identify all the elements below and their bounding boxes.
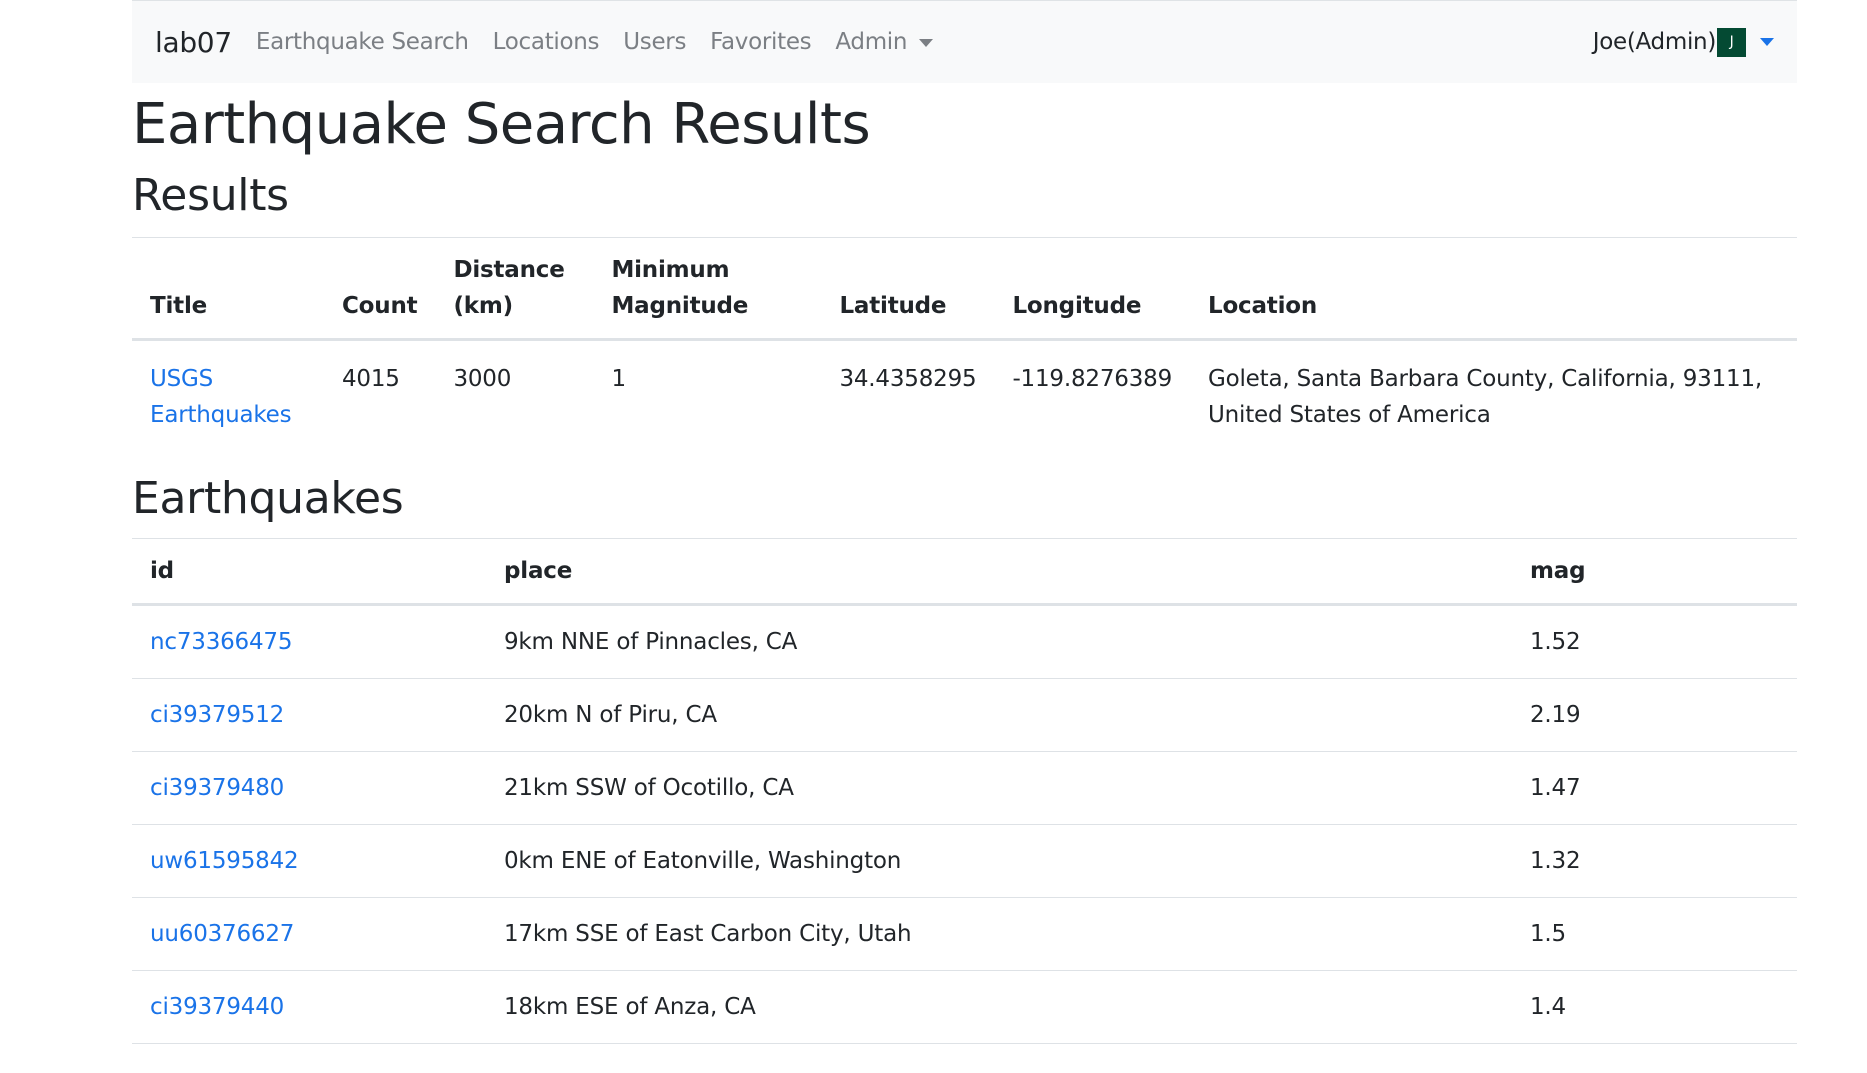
user-name: Joe(Admin) — [1592, 29, 1717, 55]
table-row: nc73366475 9km NNE of Pinnacles, CA 1.52 — [132, 604, 1797, 678]
earthquake-mag: 1.4 — [1512, 969, 1797, 1044]
nav-users[interactable]: Users — [623, 29, 686, 55]
col-place: place — [486, 538, 1512, 606]
user-menu[interactable]: Joe(Admin) J — [1592, 27, 1774, 57]
user-dropdown-chevron-icon[interactable] — [1760, 38, 1774, 46]
earthquake-place: 20km N of Piru, CA — [486, 677, 1512, 752]
earthquake-mag: 1.47 — [1512, 750, 1797, 825]
earthquake-id-link[interactable]: ci39379480 — [150, 775, 284, 801]
earthquake-place: 18km ESE of Anza, CA — [486, 969, 1512, 1044]
earthquakes-table: id place mag nc73366475 9km NNE of Pinna… — [132, 537, 1797, 1044]
col-distance-line2: (km) — [453, 292, 513, 319]
result-location: Goleta, Santa Barbara County, California… — [1190, 339, 1797, 451]
result-title-line1[interactable]: USGS — [150, 366, 213, 392]
nav-admin-dropdown[interactable]: Admin — [835, 29, 934, 55]
col-minmag-line1: Minimum — [611, 256, 730, 283]
earthquake-id-link[interactable]: nc73366475 — [150, 629, 292, 655]
result-location-line2: United States of America — [1208, 401, 1491, 428]
earthquake-id-link[interactable]: uu60376627 — [150, 921, 294, 947]
earthquake-id-link[interactable]: uw61595842 — [150, 848, 299, 874]
result-distance: 3000 — [453, 365, 512, 392]
result-min-magnitude: 1 — [611, 365, 626, 392]
result-longitude: -119.8276389 — [1012, 365, 1172, 392]
nav-favorites[interactable]: Favorites — [710, 29, 812, 55]
top-navbar: lab07 Earthquake Search Locations Users … — [132, 0, 1797, 83]
result-latitude: 34.4358295 — [839, 365, 977, 392]
nav-earthquake-search[interactable]: Earthquake Search — [256, 29, 469, 55]
earthquake-mag: 1.52 — [1530, 628, 1581, 655]
brand-link[interactable]: lab07 — [155, 26, 232, 59]
page-title: Earthquake Search Results — [132, 92, 871, 157]
earthquakes-header-row: id place mag — [132, 538, 1797, 606]
table-row: uu60376627 17km SSE of East Carbon City,… — [132, 896, 1797, 971]
col-location: Location — [1190, 237, 1797, 341]
col-minmag-line2: Magnitude — [611, 292, 749, 319]
results-row: USGS Earthquakes 4015 3000 1 34.4358295 -… — [132, 339, 1797, 451]
earthquake-place: 21km SSW of Ocotillo, CA — [486, 750, 1512, 825]
col-longitude: Longitude — [994, 237, 1190, 341]
nav-locations[interactable]: Locations — [493, 29, 600, 55]
result-title-line2[interactable]: Earthquakes — [150, 402, 292, 428]
results-heading: Results — [132, 170, 289, 222]
chevron-down-icon — [919, 38, 934, 47]
table-row: ci39379480 21km SSW of Ocotillo, CA 1.47 — [132, 750, 1797, 825]
col-distance: Distance (km) — [435, 237, 594, 341]
earthquake-place: 9km NNE of Pinnacles, CA — [504, 628, 798, 655]
col-count: Count — [324, 237, 436, 341]
earthquake-mag: 1.32 — [1512, 823, 1797, 898]
col-latitude: Latitude — [821, 237, 995, 341]
earthquake-mag: 2.19 — [1512, 677, 1797, 752]
col-distance-line1: Distance — [453, 256, 565, 283]
result-location-line1: Goleta, Santa Barbara County, California… — [1208, 365, 1763, 392]
earthquake-place: 0km ENE of Eatonville, Washington — [486, 823, 1512, 898]
avatar: J — [1717, 27, 1746, 57]
col-min-magnitude: Minimum Magnitude — [593, 237, 822, 341]
col-id: id — [132, 538, 486, 606]
results-header-row: Title Count Distance (km) Minimum Magnitud… — [132, 237, 1797, 341]
earthquake-mag: 1.5 — [1512, 896, 1797, 971]
earthquake-place: 17km SSE of East Carbon City, Utah — [486, 896, 1512, 971]
table-row: ci39379512 20km N of Piru, CA 2.19 — [132, 677, 1797, 752]
result-title-link[interactable]: USGS Earthquakes — [132, 339, 324, 451]
page-container: lab07 Earthquake Search Locations Users … — [132, 0, 1797, 1044]
results-table: Title Count Distance (km) Minimum Magnitud… — [132, 236, 1797, 451]
earthquake-id-link[interactable]: ci39379440 — [150, 994, 284, 1020]
col-title: Title — [132, 237, 324, 341]
table-row: uw61595842 0km ENE of Eatonville, Washin… — [132, 823, 1797, 898]
result-count: 4015 — [342, 365, 400, 392]
nav-admin-label: Admin — [835, 29, 908, 55]
earthquakes-heading: Earthquakes — [132, 472, 404, 524]
table-row: ci39379440 18km ESE of Anza, CA 1.4 — [132, 969, 1797, 1044]
col-mag: mag — [1512, 538, 1797, 606]
earthquake-id-link[interactable]: ci39379512 — [150, 702, 284, 728]
